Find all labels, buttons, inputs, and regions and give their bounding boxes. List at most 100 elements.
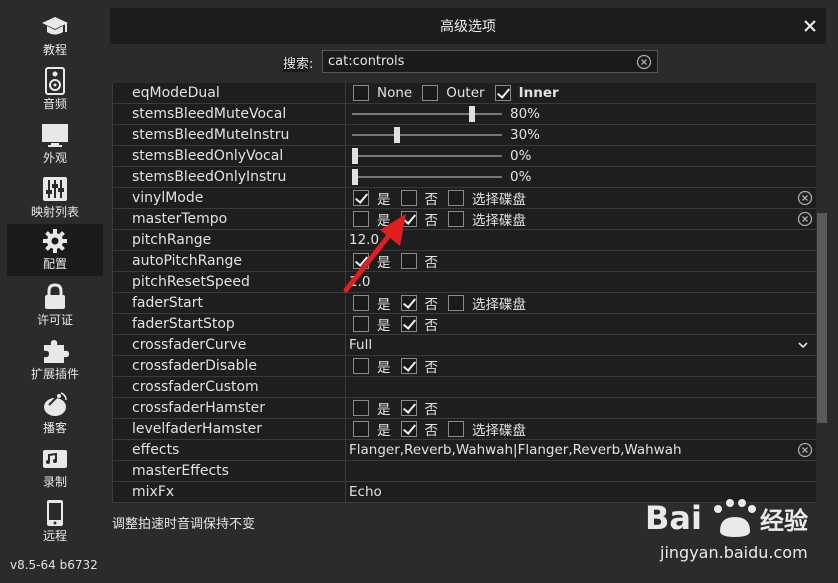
sidebar-item-label: 教程: [42, 43, 67, 57]
option-value[interactable]: 是否: [346, 314, 816, 334]
option-checkbox[interactable]: [400, 400, 417, 416]
option-value[interactable]: [346, 461, 816, 481]
option-checkbox-label: Inner: [518, 85, 559, 101]
close-button[interactable]: [800, 16, 820, 36]
option-checkbox[interactable]: [448, 211, 464, 227]
option-value[interactable]: 是 否 选择碟盘: [346, 209, 816, 229]
option-checkbox[interactable]: [353, 211, 369, 227]
slider-thumb[interactable]: [352, 169, 358, 185]
sidebar-item-license[interactable]: 许可证: [7, 280, 103, 332]
option-slider[interactable]: [352, 125, 502, 145]
option-value[interactable]: 0%: [346, 167, 816, 187]
option-checkbox[interactable]: [400, 211, 417, 227]
phone-icon: [41, 499, 69, 527]
option-checkbox[interactable]: [448, 190, 464, 206]
scrollbar-thumb[interactable]: [817, 213, 827, 423]
option-checkbox[interactable]: [400, 253, 417, 269]
search-clear-button[interactable]: [636, 54, 652, 70]
option-value[interactable]: 是否: [346, 398, 816, 418]
option-name: vinylMode: [113, 188, 346, 208]
sidebar-item-tutorial[interactable]: 教程: [7, 10, 103, 62]
option-checkbox[interactable]: [400, 421, 417, 437]
option-checkbox[interactable]: [353, 190, 369, 206]
option-checkbox[interactable]: [494, 85, 511, 101]
option-checkbox-label: 是: [377, 402, 391, 418]
option-checkbox-label: 是: [377, 297, 391, 313]
sidebar-item-record[interactable]: 录制: [7, 442, 103, 494]
option-checkbox[interactable]: [353, 85, 369, 101]
gear-icon: [41, 227, 69, 255]
option-value[interactable]: 80%: [346, 104, 816, 124]
slider-thumb[interactable]: [469, 106, 475, 122]
option-checkbox[interactable]: [400, 295, 417, 311]
slider-value-text: 0%: [510, 148, 532, 164]
search-input[interactable]: [322, 50, 658, 73]
sidebar-item-label: 映射列表: [30, 205, 79, 219]
option-checkbox-label: 否: [424, 360, 439, 376]
option-value[interactable]: 是否: [346, 251, 816, 271]
option-value[interactable]: Full: [346, 335, 816, 355]
option-checkbox-label: 否: [424, 318, 439, 334]
option-slider[interactable]: [352, 167, 502, 187]
sliders-icon: [41, 175, 69, 203]
slider-thumb[interactable]: [352, 148, 358, 164]
option-value[interactable]: 是 否 选择碟盘: [346, 419, 816, 439]
chevron-down-icon[interactable]: [797, 339, 809, 351]
option-value[interactable]: Flanger,Reverb,Wahwah|Flanger,Reverb,Wah…: [346, 440, 816, 460]
option-checkbox[interactable]: [448, 295, 464, 311]
option-value[interactable]: [346, 377, 816, 397]
sidebar-item-appearance[interactable]: 外观: [7, 118, 103, 170]
option-checkbox-label: 是: [377, 423, 391, 439]
baidu-watermark: Bai 经验 jingyan.baidu.com: [640, 493, 830, 573]
scrollbar[interactable]: [816, 83, 828, 503]
option-select-value: Full: [349, 337, 373, 353]
option-checkbox[interactable]: [448, 421, 464, 437]
option-checkbox[interactable]: [353, 421, 369, 437]
option-value[interactable]: 30%: [346, 125, 816, 145]
option-value[interactable]: 12.0: [346, 230, 816, 250]
option-checkbox[interactable]: [400, 190, 417, 206]
option-name: crossfaderCustom: [113, 377, 346, 397]
table-row: stemsBleedOnlyInstru 0%: [113, 167, 816, 188]
table-row: pitchRange 12.0: [113, 230, 816, 251]
sidebar-item-label: 播客: [42, 421, 67, 435]
clear-icon[interactable]: [797, 190, 813, 206]
version-label: v8.5-64 b6732: [10, 558, 98, 572]
option-value[interactable]: 0%: [346, 146, 816, 166]
option-name: pitchRange: [113, 230, 346, 250]
sidebar-item-mappings[interactable]: 映射列表: [7, 172, 103, 224]
sidebar-item-plugins[interactable]: 扩展插件: [7, 334, 103, 386]
option-checkbox-label: 选择碟盘: [472, 297, 526, 313]
option-checkbox[interactable]: [400, 358, 417, 374]
table-row: crossfaderDisable 是否: [113, 356, 816, 377]
option-checkbox[interactable]: [353, 316, 369, 332]
slider-track: [352, 113, 502, 115]
sidebar-item-config[interactable]: 配置: [7, 224, 103, 276]
option-value[interactable]: 是 否 选择碟盘: [346, 188, 816, 208]
option-value[interactable]: 1.0: [346, 272, 816, 292]
option-value[interactable]: None Outer Inner: [346, 83, 816, 103]
table-row: effects Flanger,Reverb,Wahwah|Flanger,Rev…: [113, 440, 816, 461]
option-checkbox[interactable]: [422, 85, 439, 101]
option-checkbox[interactable]: [353, 295, 369, 311]
table-row: masterEffects: [113, 461, 816, 482]
slider-thumb[interactable]: [394, 127, 400, 143]
table-row: pitchResetSpeed 1.0: [113, 272, 816, 293]
clear-icon[interactable]: [797, 211, 813, 227]
sidebar-item-audio[interactable]: 音频: [7, 64, 103, 116]
option-slider[interactable]: [352, 146, 502, 166]
option-value[interactable]: 是 否 选择碟盘: [346, 293, 816, 313]
advanced-options-panel: 高级选项 搜索: eqModeDual None Outer Inner stemsBl…: [110, 0, 838, 583]
option-value[interactable]: 是否: [346, 356, 816, 376]
sidebar-item-podcast[interactable]: 播客: [7, 388, 103, 440]
option-checkbox[interactable]: [400, 316, 417, 332]
monitor-icon: [41, 121, 69, 149]
sidebar-item-remote[interactable]: 远程: [7, 496, 103, 548]
option-slider[interactable]: [352, 104, 502, 124]
option-checkbox[interactable]: [353, 358, 369, 374]
option-checkbox[interactable]: [353, 400, 369, 416]
option-name: effects: [113, 440, 346, 460]
search-label: 搜索:: [283, 57, 314, 72]
clear-icon[interactable]: [797, 442, 813, 458]
option-checkbox[interactable]: [353, 253, 369, 269]
